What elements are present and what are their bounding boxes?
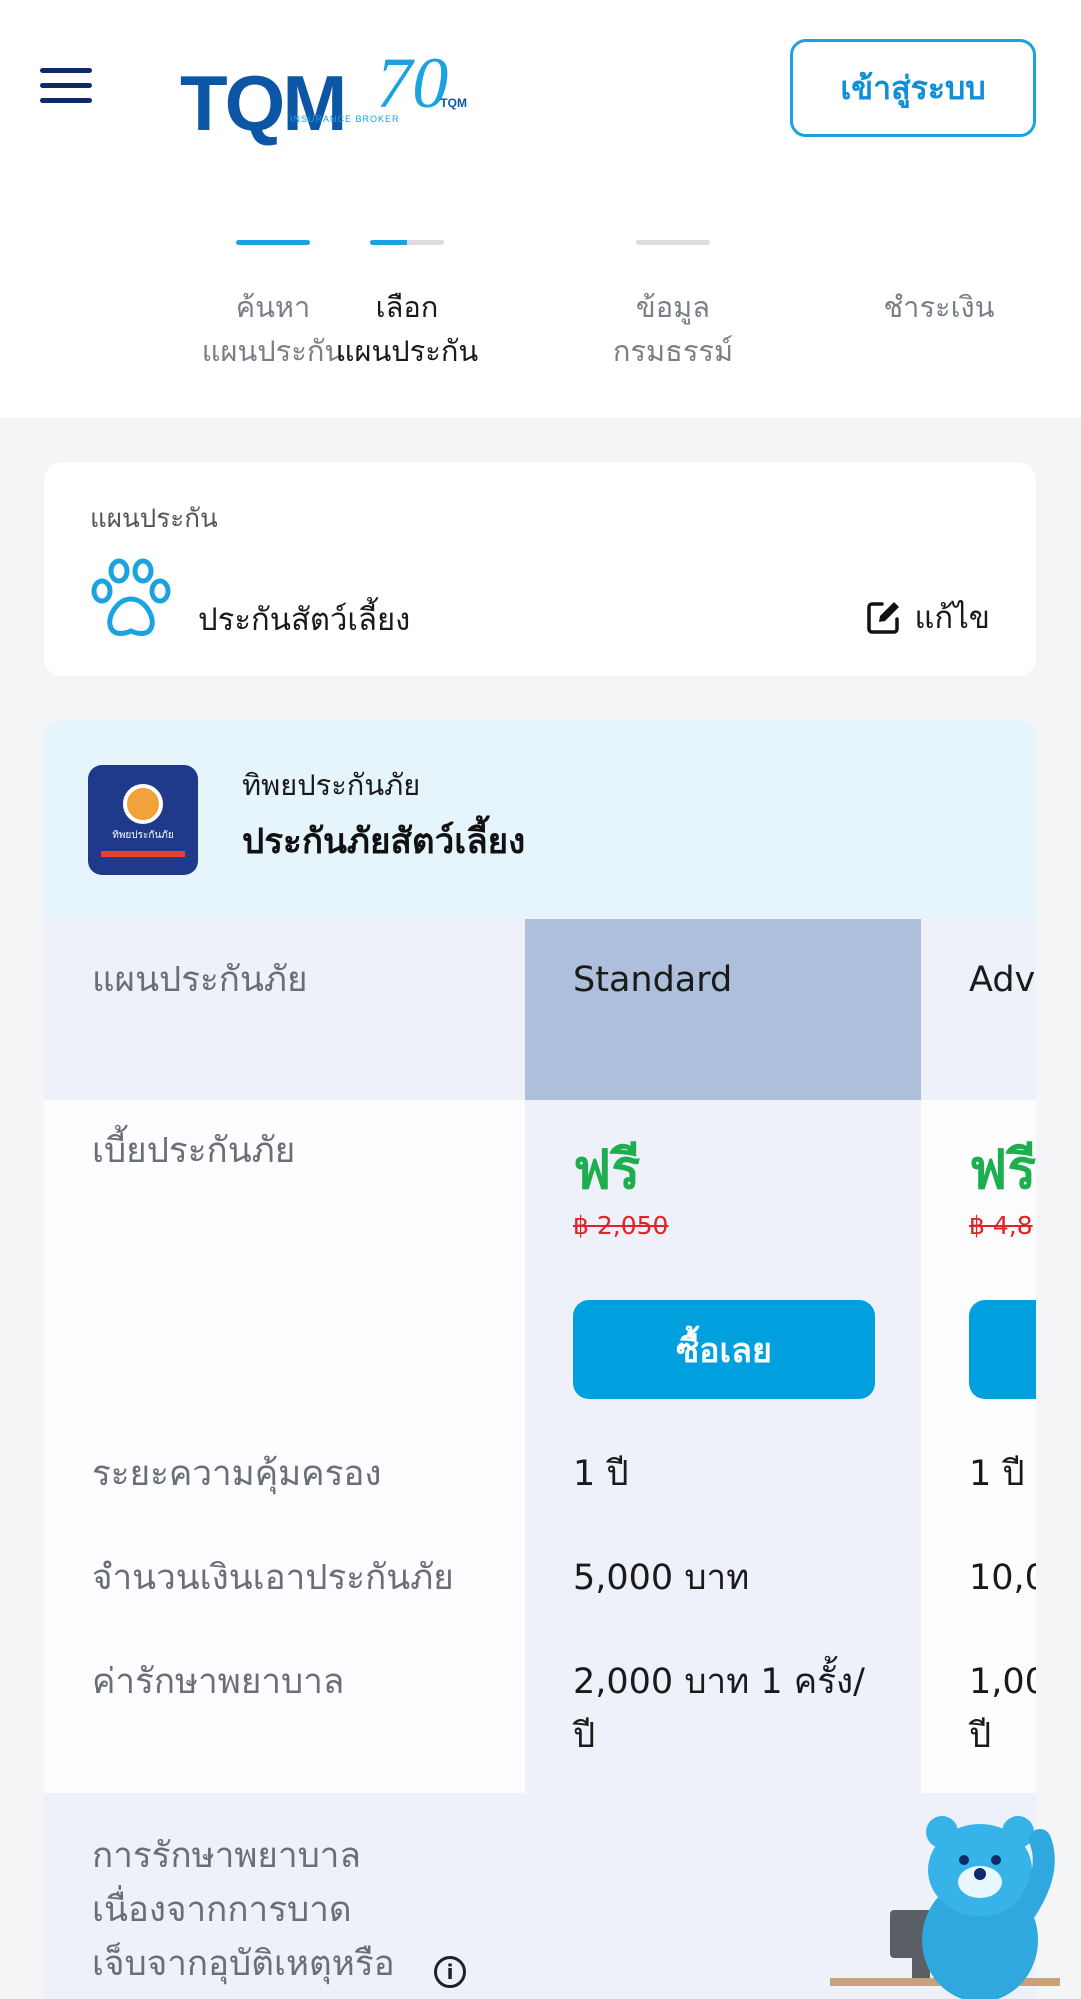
step-payment: ชำระเงิน (819, 240, 1059, 329)
step-policy-info: ข้อมูล กรมธรรม์ (553, 240, 793, 373)
original-price-advance: ฿ 4,8 (969, 1211, 1033, 1240)
company-name: ทิพยประกันภัย (242, 768, 421, 802)
anniversary-logo: 70TQM (376, 43, 467, 123)
plan-caption: แผนประกัน (90, 504, 218, 534)
bear-mascot-image[interactable] (830, 1800, 1060, 1999)
step-label: ชำระเงิน (883, 290, 995, 324)
logo-subtitle: INSURANCE BROKER (290, 114, 400, 124)
insurer-logo: ทิพยประกันภัย (88, 765, 198, 875)
logo-text: TQM (180, 59, 347, 147)
plan-name-standard: Standard (573, 960, 733, 1000)
top-header: TQM INSURANCE BROKER 70TQM เข้าสู่ระบบ (0, 0, 1081, 175)
medical-expense-label: ค่ารักษาพยาบาล (92, 1662, 345, 1702)
plan-name: ประกันสัตว์เลี้ยง (198, 602, 411, 638)
sum-insured-standard: 5,000 บาท (573, 1558, 750, 1598)
login-button[interactable]: เข้าสู่ระบบ (790, 39, 1036, 137)
original-price-standard: ฿ 2,050 (573, 1211, 669, 1240)
coverage-period-standard: 1 ปี (573, 1454, 629, 1494)
info-icon[interactable]: i (434, 1956, 466, 1988)
sum-insured-advance: 10,0 (969, 1558, 1036, 1598)
medical-expense-advance: 1,00 ปี (969, 1662, 1036, 1756)
step-progress-bar (370, 240, 444, 245)
free-price-standard: ฟรี (573, 1138, 641, 1201)
buy-button-advance[interactable] (969, 1300, 1036, 1399)
edit-icon (867, 602, 900, 634)
plan-name-advance: Adv (969, 960, 1036, 1000)
table-header-label: แผนประกันภัย (92, 960, 308, 1000)
sum-insured-label: จำนวนเงินเอาประกันภัย (92, 1558, 454, 1598)
tqm-logo[interactable]: TQM INSURANCE BROKER 70TQM (180, 43, 467, 147)
plan-column-standard[interactable] (525, 919, 921, 1100)
progress-steps: ค้นหา แผนประกัน เลือก แผนประกัน ข้อมูล ก… (0, 175, 1081, 418)
step-label: เลือก แผนประกัน (335, 290, 479, 368)
edit-label: แก้ไข (914, 600, 990, 636)
coverage-period-label: ระยะความคุ้มครอง (92, 1454, 382, 1494)
step-label: ข้อมูล กรมธรรม์ (612, 290, 734, 368)
buy-button-standard[interactable]: ซื้อเลย (573, 1300, 875, 1399)
step-progress-bar (636, 240, 710, 245)
accident-treatment-label: การรักษาพยาบาล เนื่องจากการบาด เจ็บจากอุ… (92, 1836, 395, 1984)
edit-button[interactable]: แก้ไข (866, 592, 990, 642)
free-price-advance: ฟรี (969, 1138, 1036, 1201)
premium-label: เบี้ยประกันภัย (92, 1131, 296, 1171)
coverage-period-advance: 1 ปี (969, 1454, 1025, 1494)
product-name: ประกันภัยสัตว์เลี้ยง (242, 822, 526, 862)
step-choose-plan: เลือก แผนประกัน (287, 240, 527, 373)
hamburger-menu-icon[interactable] (40, 68, 92, 108)
paw-icon (91, 558, 171, 636)
selected-plan-card: แผนประกัน ประกันสัตว์เลี้ยง แก้ไข (44, 462, 1036, 676)
product-header: ทิพยประกันภัย ทิพยประกันภัย ประกันภัยสัต… (44, 720, 1036, 919)
medical-expense-standard: 2,000 บาท 1 ครั้ง/ ปี (573, 1662, 865, 1756)
